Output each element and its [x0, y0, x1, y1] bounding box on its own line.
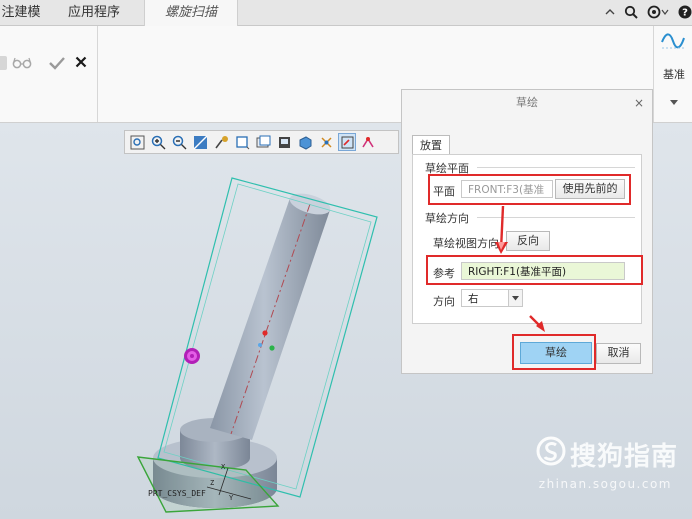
glasses-preview-icon[interactable] — [12, 56, 32, 73]
collapse-ribbon-icon[interactable] — [605, 7, 615, 17]
zoom-in-icon[interactable] — [150, 134, 166, 150]
axis-label-x: X — [221, 463, 226, 471]
datum-dropdown-icon[interactable] — [670, 95, 678, 109]
confirm-check-icon[interactable] — [48, 55, 66, 74]
settings-menu-icon[interactable] — [647, 5, 669, 19]
ribbon-tab-bar: 注建模 应用程序 螺旋扫描 ? — [0, 0, 692, 26]
annotation-display-icon[interactable] — [360, 134, 376, 150]
watermark-brand-text: 搜狗指南 — [569, 442, 678, 472]
display-style-icon[interactable] — [297, 134, 313, 150]
tab-modeling[interactable]: 注建模 — [0, 0, 46, 25]
spin-center-icon[interactable] — [213, 134, 229, 150]
svg-text:?: ? — [682, 8, 688, 19]
watermark-brand: 搜狗指南 — [536, 436, 678, 473]
datum-sketch-icon[interactable] — [660, 30, 686, 55]
sogou-logo-icon — [536, 436, 566, 473]
graphics-toolbar — [124, 130, 399, 154]
watermark-url: zhinan.sogou.com — [538, 477, 672, 491]
refit-icon[interactable] — [129, 134, 145, 150]
tab-applications[interactable]: 应用程序 — [54, 0, 134, 25]
search-icon[interactable] — [624, 5, 638, 19]
sketch-dialog: 草绘 × 放置 草绘平面 平面 FRONT:F3(基准 使用先前的 草绘方向 草… — [401, 89, 653, 374]
view-style-icon[interactable] — [234, 134, 250, 150]
tab-helical-sweep[interactable]: 螺旋扫描 — [144, 0, 238, 26]
pause-icon[interactable] — [0, 55, 8, 74]
zoom-out-icon[interactable] — [171, 134, 187, 150]
datum-display-icon[interactable] — [318, 134, 334, 150]
named-view-icon[interactable] — [276, 134, 292, 150]
drag-handle-icon[interactable] — [184, 348, 200, 364]
ribbon-separator — [97, 26, 98, 122]
help-icon[interactable]: ? — [678, 5, 692, 19]
repaint-icon[interactable] — [192, 134, 208, 150]
highlight-box — [512, 334, 596, 370]
csys-label: PRT_CSYS_DEF — [148, 489, 206, 498]
axis-label-z: Z — [210, 479, 215, 487]
cancel-x-icon[interactable] — [75, 56, 87, 71]
saved-views-icon[interactable] — [255, 134, 271, 150]
sketch-view-icon[interactable] — [338, 133, 356, 151]
annotation-arrows — [495, 205, 545, 332]
axis-label-y: Y — [229, 494, 234, 502]
top-right-controls: ? — [605, 2, 692, 22]
shaft-body[interactable] — [210, 190, 333, 440]
datum-group-label[interactable]: 基准 — [660, 66, 688, 82]
cancel-button[interactable]: 取消 — [596, 343, 641, 364]
